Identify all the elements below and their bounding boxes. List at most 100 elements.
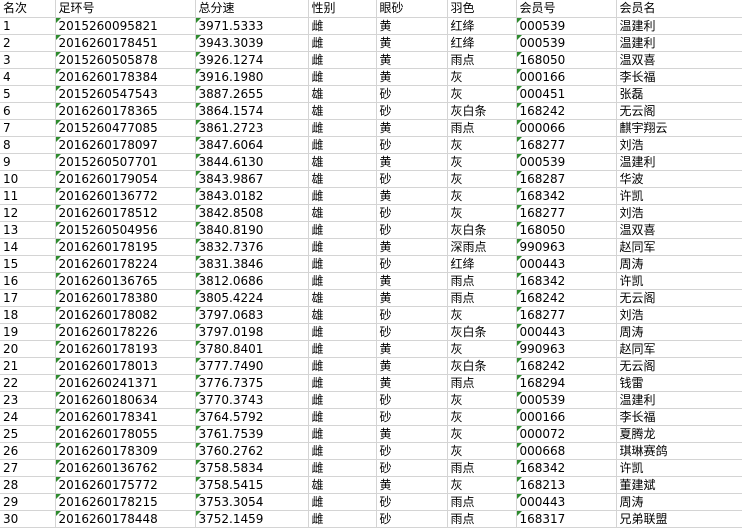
cell-eye-sand[interactable]: 黄 (376, 425, 448, 443)
cell-rank[interactable]: 1 (0, 17, 56, 35)
cell-member-name[interactable]: 夏腾龙 (616, 425, 742, 443)
cell-member-number[interactable]: 168294 (516, 374, 617, 392)
cell-member-name[interactable]: 兄弟联盟 (616, 510, 742, 528)
cell-ring-number[interactable]: 2016260178384 (55, 68, 196, 86)
cell-sex[interactable]: 雄 (308, 102, 377, 120)
cell-ring-number[interactable]: 2016260178215 (55, 493, 196, 511)
cell-eye-sand[interactable]: 砂 (376, 510, 448, 528)
header-rank[interactable]: 名次 (0, 0, 56, 18)
cell-total-speed[interactable]: 3971.5333 (195, 17, 309, 35)
cell-sex[interactable]: 雌 (308, 136, 377, 154)
cell-member-number[interactable]: 990963 (516, 238, 617, 256)
cell-feather-color[interactable]: 红绛 (447, 17, 517, 35)
cell-rank[interactable]: 30 (0, 510, 56, 528)
cell-feather-color[interactable]: 灰白条 (447, 323, 517, 341)
cell-sex[interactable]: 雌 (308, 340, 377, 358)
cell-sex[interactable]: 雌 (308, 323, 377, 341)
cell-member-number[interactable]: 000539 (516, 391, 617, 409)
cell-eye-sand[interactable]: 砂 (376, 408, 448, 426)
cell-member-number[interactable]: 000166 (516, 408, 617, 426)
cell-ring-number[interactable]: 2016260178451 (55, 34, 196, 52)
cell-member-name[interactable]: 周涛 (616, 255, 742, 273)
cell-rank[interactable]: 8 (0, 136, 56, 154)
cell-total-speed[interactable]: 3832.7376 (195, 238, 309, 256)
cell-feather-color[interactable]: 雨点 (447, 374, 517, 392)
cell-sex[interactable]: 雌 (308, 187, 377, 205)
cell-ring-number[interactable]: 2016260178309 (55, 442, 196, 460)
cell-total-speed[interactable]: 3864.1574 (195, 102, 309, 120)
cell-sex[interactable]: 雌 (308, 221, 377, 239)
cell-member-name[interactable]: 华波 (616, 170, 742, 188)
cell-eye-sand[interactable]: 黄 (376, 153, 448, 171)
cell-sex[interactable]: 雌 (308, 51, 377, 69)
cell-sex[interactable]: 雄 (308, 476, 377, 494)
cell-feather-color[interactable]: 灰 (447, 476, 517, 494)
cell-feather-color[interactable]: 灰 (447, 340, 517, 358)
cell-ring-number[interactable]: 2016260178082 (55, 306, 196, 324)
cell-member-name[interactable]: 李长福 (616, 408, 742, 426)
cell-total-speed[interactable]: 3926.1274 (195, 51, 309, 69)
cell-total-speed[interactable]: 3844.6130 (195, 153, 309, 171)
cell-total-speed[interactable]: 3943.3039 (195, 34, 309, 52)
cell-ring-number[interactable]: 2016260178341 (55, 408, 196, 426)
cell-sex[interactable]: 雌 (308, 238, 377, 256)
cell-member-number[interactable]: 000443 (516, 323, 617, 341)
header-sex[interactable]: 性别 (308, 0, 377, 18)
cell-sex[interactable]: 雄 (308, 85, 377, 103)
cell-member-number[interactable]: 000668 (516, 442, 617, 460)
cell-eye-sand[interactable]: 砂 (376, 204, 448, 222)
cell-total-speed[interactable]: 3847.6064 (195, 136, 309, 154)
cell-ring-number[interactable]: 2015260477085 (55, 119, 196, 137)
cell-feather-color[interactable]: 雨点 (447, 289, 517, 307)
cell-member-number[interactable]: 000072 (516, 425, 617, 443)
cell-rank[interactable]: 20 (0, 340, 56, 358)
cell-ring-number[interactable]: 2016260178055 (55, 425, 196, 443)
cell-feather-color[interactable]: 灰 (447, 425, 517, 443)
cell-total-speed[interactable]: 3752.1459 (195, 510, 309, 528)
cell-ring-number[interactable]: 2016260178365 (55, 102, 196, 120)
cell-ring-number[interactable]: 2016260136772 (55, 187, 196, 205)
cell-member-number[interactable]: 000451 (516, 85, 617, 103)
cell-member-name[interactable]: 无云阁 (616, 289, 742, 307)
cell-member-name[interactable]: 董建斌 (616, 476, 742, 494)
cell-ring-number[interactable]: 2016260178195 (55, 238, 196, 256)
header-eye-sand[interactable]: 眼砂 (376, 0, 448, 18)
cell-total-speed[interactable]: 3780.8401 (195, 340, 309, 358)
cell-rank[interactable]: 18 (0, 306, 56, 324)
cell-member-name[interactable]: 温建利 (616, 153, 742, 171)
cell-eye-sand[interactable]: 黄 (376, 357, 448, 375)
cell-member-number[interactable]: 990963 (516, 340, 617, 358)
cell-feather-color[interactable]: 灰 (447, 306, 517, 324)
cell-total-speed[interactable]: 3843.9867 (195, 170, 309, 188)
cell-member-number[interactable]: 000539 (516, 153, 617, 171)
cell-rank[interactable]: 22 (0, 374, 56, 392)
cell-total-speed[interactable]: 3861.2723 (195, 119, 309, 137)
cell-ring-number[interactable]: 2016260179054 (55, 170, 196, 188)
cell-rank[interactable]: 29 (0, 493, 56, 511)
cell-eye-sand[interactable]: 黄 (376, 68, 448, 86)
cell-feather-color[interactable]: 红绛 (447, 34, 517, 52)
cell-total-speed[interactable]: 3842.8508 (195, 204, 309, 222)
cell-member-name[interactable]: 周涛 (616, 323, 742, 341)
cell-member-name[interactable]: 许凯 (616, 272, 742, 290)
cell-member-number[interactable]: 168050 (516, 221, 617, 239)
cell-ring-number[interactable]: 2016260241371 (55, 374, 196, 392)
cell-total-speed[interactable]: 3840.8190 (195, 221, 309, 239)
cell-rank[interactable]: 21 (0, 357, 56, 375)
cell-total-speed[interactable]: 3805.4224 (195, 289, 309, 307)
cell-eye-sand[interactable]: 黄 (376, 187, 448, 205)
cell-feather-color[interactable]: 灰白条 (447, 102, 517, 120)
cell-ring-number[interactable]: 2016260178224 (55, 255, 196, 273)
cell-total-speed[interactable]: 3761.7539 (195, 425, 309, 443)
cell-member-number[interactable]: 168342 (516, 459, 617, 477)
cell-feather-color[interactable]: 灰 (447, 408, 517, 426)
cell-eye-sand[interactable]: 黄 (376, 34, 448, 52)
cell-rank[interactable]: 12 (0, 204, 56, 222)
cell-eye-sand[interactable]: 砂 (376, 323, 448, 341)
cell-feather-color[interactable]: 灰 (447, 153, 517, 171)
cell-feather-color[interactable]: 雨点 (447, 493, 517, 511)
cell-ring-number[interactable]: 2015260505878 (55, 51, 196, 69)
cell-rank[interactable]: 16 (0, 272, 56, 290)
cell-rank[interactable]: 5 (0, 85, 56, 103)
cell-rank[interactable]: 25 (0, 425, 56, 443)
